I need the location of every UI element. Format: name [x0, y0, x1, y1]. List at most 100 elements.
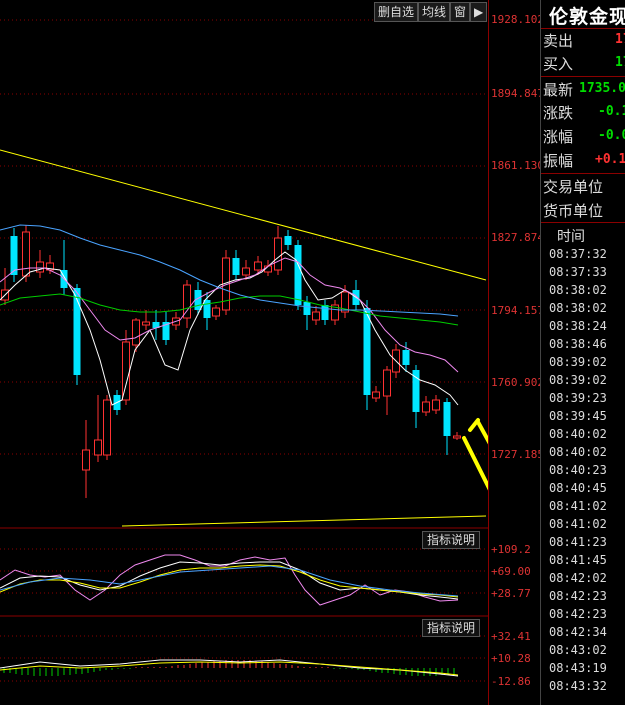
indicator-help-button-1[interactable]: 指标说明 [422, 531, 481, 549]
sell-label: 卖出 [543, 32, 574, 50]
price-axis: 1928.102 1894.847 1861.130 1827.874 1794… [488, 0, 544, 705]
candle-body [254, 261, 262, 271]
price-tick-label: 1928.102 [491, 13, 544, 26]
indicator1-tick-label: +28.77 [491, 587, 531, 600]
tick-time: 08:38:02 [549, 301, 607, 315]
change-value: -0.1 [598, 104, 625, 119]
time-column-header: 时间 [557, 229, 585, 245]
sell-value: 17 [615, 32, 625, 47]
tick-time: 08:39:02 [549, 373, 607, 387]
tick-time: 08:43:32 [549, 679, 607, 693]
buy-label: 买入 [543, 55, 574, 73]
tick-time: 08:42:34 [549, 625, 607, 639]
change-label: 涨跌 [543, 104, 574, 122]
tick-time: 08:42:23 [549, 589, 607, 603]
chart-toolbar: 删自选 均线 窗 ▶ [374, 2, 488, 22]
candle-body [122, 341, 130, 401]
tick-time: 08:42:23 [549, 607, 607, 621]
tick-time: 08:37:32 [549, 247, 607, 261]
indicator2-line [0, 661, 459, 676]
price-tick-label: 1794.157 [491, 304, 544, 317]
price-tick-label: 1727.185 [491, 448, 544, 461]
candle-body [142, 321, 150, 326]
indicator2-tick-label: +32.41 [491, 630, 531, 643]
indicator-help-button-2[interactable]: 指标说明 [422, 619, 481, 637]
tick-time: 08:41:23 [549, 535, 607, 549]
play-icon[interactable]: ▶ [470, 2, 488, 22]
currency-unit-label: 货币单位 [543, 202, 604, 220]
candle-body [183, 284, 191, 319]
candle-body [321, 305, 329, 320]
candle-body [203, 300, 211, 318]
candle-body [22, 231, 30, 277]
candle-body [232, 258, 240, 275]
tick-time: 08:37:33 [549, 265, 607, 279]
tick-time: 08:38:02 [549, 283, 607, 297]
divider [541, 28, 625, 29]
price-tick-label: 1861.130 [491, 159, 544, 172]
candle-body [10, 236, 18, 275]
candle-body [294, 245, 302, 305]
indicator2-tick-label: +10.28 [491, 652, 531, 665]
window-button[interactable]: 窗 [450, 2, 471, 22]
trendline [0, 149, 487, 281]
tick-time: 08:39:45 [549, 409, 607, 423]
change-percent-label: 涨幅 [543, 128, 574, 146]
candle-body [372, 391, 380, 399]
candle-body [453, 435, 461, 439]
price-tick-label: 1894.847 [491, 87, 544, 100]
quote-panel: 伦敦金现 卖出 17 买入 17 最新 1735.0 涨跌 -0.1 涨幅 -0… [540, 0, 625, 705]
trade-unit-label: 交易单位 [543, 178, 604, 196]
candle-body [82, 449, 90, 471]
price-tick-label: 1827.874 [491, 231, 544, 244]
candle-body [363, 308, 371, 395]
candle-body [94, 439, 102, 456]
annotation-arrow [462, 436, 488, 491]
candle-body [422, 401, 430, 413]
candlestick-chart-area[interactable]: 删自选 均线 窗 ▶ 指标说明 指标说明 [0, 0, 488, 705]
candle-body [274, 237, 282, 271]
candle-body [402, 350, 410, 365]
price-tick-label: 1760.902 [491, 376, 544, 389]
tick-time: 08:43:19 [549, 661, 607, 675]
candle-body [132, 319, 140, 346]
tick-time: 08:41:45 [549, 553, 607, 567]
latest-label: 最新 [543, 81, 574, 99]
tick-time: 08:39:02 [549, 355, 607, 369]
trendline [121, 515, 487, 527]
candle-body [383, 369, 391, 397]
latest-value: 1735.0 [579, 81, 625, 96]
indicator2-tick-label: -12.86 [491, 675, 531, 688]
amplitude-value: +0.1 [595, 152, 625, 167]
divider [541, 76, 625, 77]
candle-body [284, 236, 292, 245]
candle-body [103, 399, 111, 456]
divider [541, 173, 625, 174]
amplitude-label: 振幅 [543, 152, 574, 170]
tick-time: 08:38:24 [549, 319, 607, 333]
tick-time: 08:40:45 [549, 481, 607, 495]
indicator1-tick-label: +69.00 [491, 565, 531, 578]
change-percent-value: -0.0 [598, 128, 625, 143]
remove-favorite-button[interactable]: 删自选 [374, 2, 419, 22]
candle-body [443, 402, 451, 436]
tick-time: 08:42:02 [549, 571, 607, 585]
candle-body [312, 311, 320, 321]
tick-time: 08:43:02 [549, 643, 607, 657]
buy-value: 17 [615, 55, 625, 70]
tick-time: 08:38:46 [549, 337, 607, 351]
candle-body [432, 399, 440, 411]
tick-time: 08:41:02 [549, 517, 607, 531]
annotation-arrow [476, 420, 488, 445]
tick-time: 08:39:23 [549, 391, 607, 405]
instrument-title: 伦敦金现 [549, 6, 625, 28]
indicator1-tick-label: +109.2 [491, 543, 531, 556]
moving-average-button[interactable]: 均线 [418, 2, 451, 22]
tick-time: 08:40:23 [549, 463, 607, 477]
candlestick-chart[interactable] [0, 0, 488, 705]
tick-time: 08:40:02 [549, 427, 607, 441]
candle-body [212, 307, 220, 317]
tick-time: 08:41:02 [549, 499, 607, 513]
candle-body [73, 288, 81, 375]
divider [541, 222, 625, 223]
